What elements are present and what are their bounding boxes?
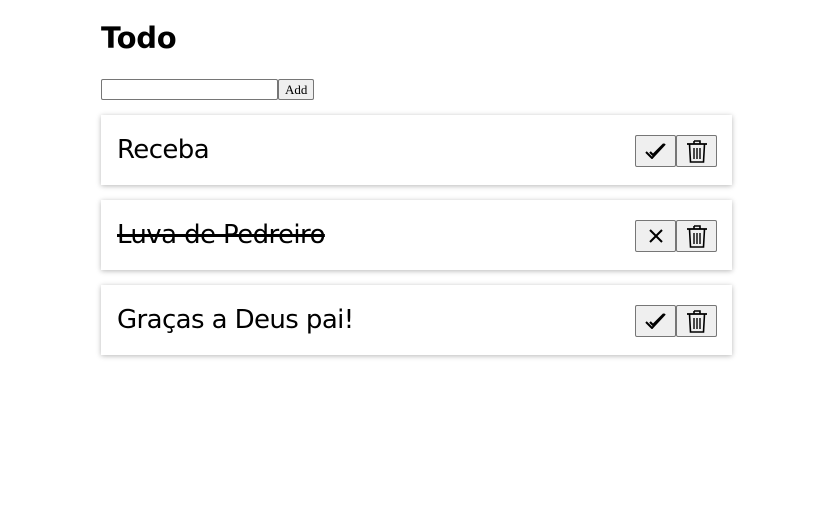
close-icon: [648, 229, 663, 243]
todo-list: Receba Luva de Pedreiro Graças a Deus pa…: [101, 115, 732, 370]
uncomplete-button[interactable]: [635, 220, 676, 252]
complete-button[interactable]: [635, 135, 676, 167]
todo-item: Graças a Deus pai!: [101, 285, 732, 355]
check-icon: [644, 143, 666, 159]
todo-text: Graças a Deus pai!: [117, 305, 354, 335]
add-todo-form: Add: [101, 79, 315, 100]
todo-actions: [635, 135, 717, 167]
todo-actions: [635, 220, 717, 252]
add-button[interactable]: Add: [278, 79, 315, 100]
todo-item: Receba: [101, 115, 732, 185]
todo-text: Receba: [117, 135, 210, 165]
delete-button[interactable]: [676, 305, 717, 337]
delete-button[interactable]: [676, 135, 717, 167]
page-title: Todo: [101, 21, 177, 55]
trash-icon: [686, 140, 707, 163]
delete-button[interactable]: [676, 220, 717, 252]
trash-icon: [686, 225, 707, 248]
check-icon: [644, 313, 666, 329]
trash-icon: [686, 310, 707, 333]
todo-text: Luva de Pedreiro: [117, 220, 325, 250]
complete-button[interactable]: [635, 305, 676, 337]
todo-item: Luva de Pedreiro: [101, 200, 732, 270]
todo-input[interactable]: [101, 79, 278, 100]
todo-actions: [635, 305, 717, 337]
